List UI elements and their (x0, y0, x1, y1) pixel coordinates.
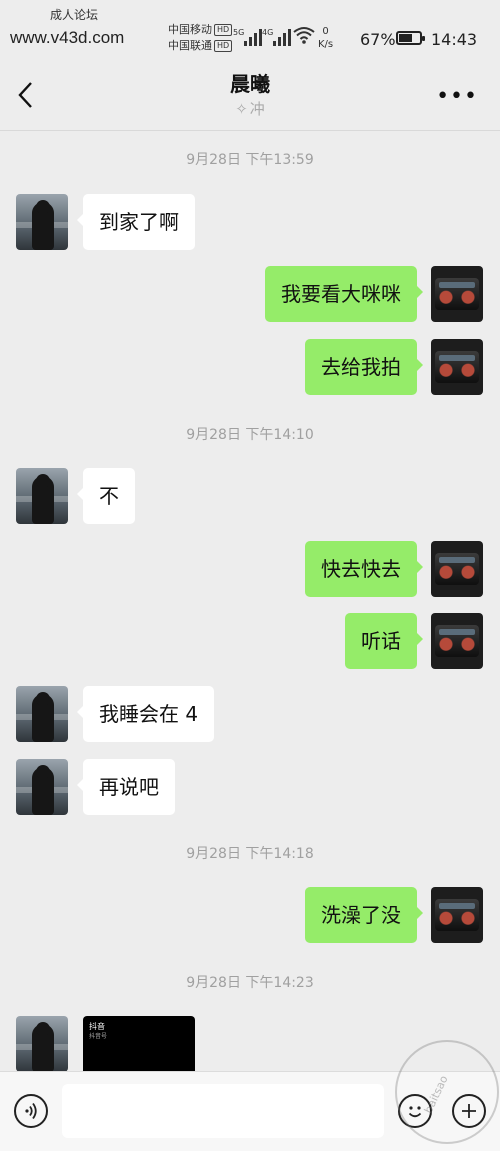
hd-badge: HD (214, 40, 233, 52)
contact-avatar[interactable] (16, 686, 68, 742)
message-bubble-received[interactable]: 我睡会在 4 (76, 686, 215, 742)
user-avatar[interactable] (431, 339, 483, 395)
chat-subtitle: ✧ 冲 (0, 98, 500, 119)
carrier-1: 中国移动 (168, 23, 212, 36)
user-avatar[interactable] (431, 266, 483, 322)
user-avatar[interactable] (431, 541, 483, 597)
message-bubble-received[interactable]: 不 (77, 468, 135, 524)
chat-title: 晨曦 (230, 72, 270, 96)
message-bubble-sent[interactable]: 听话 (345, 613, 423, 669)
carrier-2: 中国联通 (168, 39, 212, 52)
user-avatar[interactable] (431, 887, 483, 943)
message-bubble-sent[interactable]: 去给我拍 (305, 339, 423, 395)
signal-strength-icon (244, 26, 262, 46)
message-bubble-received[interactable]: 到家了啊 (77, 194, 195, 250)
contact-avatar[interactable] (16, 1016, 68, 1071)
cheer-icon: ✧ (235, 100, 248, 118)
hd-badge: HD (214, 24, 233, 36)
signal-type-2: 4G (262, 28, 274, 37)
timestamp: 9月28日 下午14:10 (186, 427, 314, 443)
signal-strength-icon (273, 26, 291, 46)
contact-avatar[interactable] (16, 468, 68, 524)
message-bubble-sent[interactable]: 洗澡了没 (305, 887, 423, 943)
battery-icon (396, 31, 425, 45)
tiktok-id-text: 抖音号 (89, 1033, 108, 1040)
carrier-info: 中国移动 HD 中国联通 HD (168, 22, 233, 54)
watermark-url: www.v43d.com (10, 28, 125, 47)
video-message[interactable]: 抖音 抖音号 (83, 1016, 195, 1071)
message-bubble-sent[interactable]: 快去快去 (305, 541, 423, 597)
contact-avatar[interactable] (16, 759, 68, 815)
battery-percent: 67% (360, 30, 396, 49)
message-bubble-sent[interactable]: 我要看大咪咪 (265, 266, 423, 322)
more-options-button[interactable]: ••• (436, 84, 478, 109)
chat-area[interactable]: 9月28日 下午13:59 到家了啊 我要看大咪咪 去给我拍 9月28日 下午1… (0, 131, 500, 1071)
message-input[interactable] (62, 1084, 384, 1138)
chat-header: 晨曦 ✧ 冲 ••• (0, 58, 500, 131)
message-bubble-received[interactable]: 再说吧 (77, 759, 175, 815)
user-avatar[interactable] (431, 613, 483, 669)
status-time: 14:43 (431, 30, 478, 49)
timestamp: 9月28日 下午13:59 (186, 152, 314, 168)
net-speed: 0 K/s (318, 25, 333, 51)
timestamp: 9月28日 下午14:23 (186, 975, 314, 991)
timestamp: 9月28日 下午14:18 (186, 846, 314, 862)
wifi-icon (293, 27, 315, 44)
signal-type-1: 5G (233, 28, 245, 37)
contact-avatar[interactable] (16, 194, 68, 250)
status-bar: 成人论坛 www.v43d.com 中国移动 HD 中国联通 HD 5G 4G 0 … (0, 0, 500, 58)
watermark-forum-text: 成人论坛 (50, 8, 99, 22)
voice-icon[interactable] (14, 1094, 48, 1128)
net-speed-value: 0 (322, 26, 329, 37)
watermark-stamp (395, 1040, 499, 1144)
net-speed-unit: K/s (318, 39, 334, 50)
chat-subtitle-text: 冲 (249, 100, 265, 118)
